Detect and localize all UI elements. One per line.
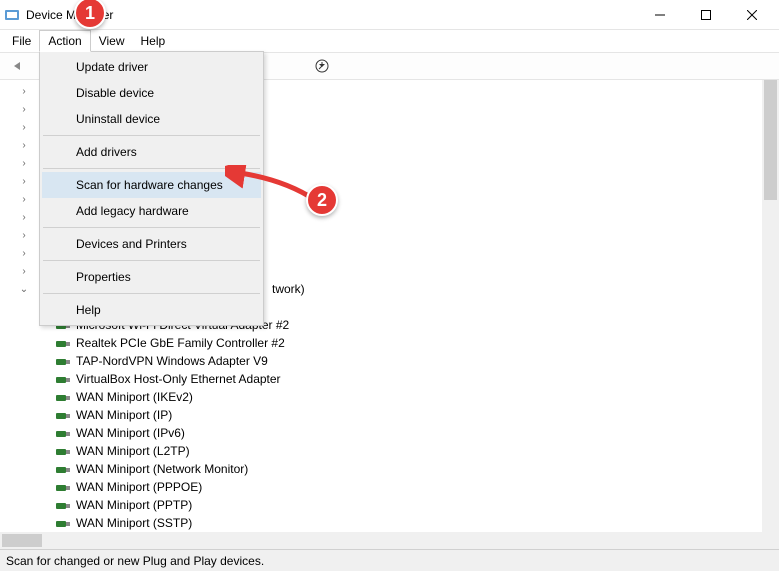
adapter-label: WAN Miniport (IP) xyxy=(74,408,174,422)
menu-item-disable-device[interactable]: Disable device xyxy=(42,80,261,106)
chevron-right-icon[interactable]: › xyxy=(18,194,30,205)
menu-separator xyxy=(43,135,260,136)
adapter-label: WAN Miniport (Network Monitor) xyxy=(74,462,250,476)
tree-adapter[interactable]: WAN Miniport (SSTP) xyxy=(8,514,779,532)
adapter-label: WAN Miniport (IKEv2) xyxy=(74,390,195,404)
menu-separator xyxy=(43,227,260,228)
scrollbar-thumb[interactable] xyxy=(764,80,777,200)
tree-adapter[interactable]: Realtek PCIe GbE Family Controller #2 xyxy=(8,334,779,352)
maximize-button[interactable] xyxy=(683,0,729,30)
network-adapter-icon xyxy=(56,463,72,475)
chevron-right-icon[interactable]: › xyxy=(18,86,30,97)
menu-file[interactable]: File xyxy=(4,30,39,52)
tree-adapter[interactable]: WAN Miniport (IP) xyxy=(8,406,779,424)
chevron-right-icon[interactable]: › xyxy=(18,140,30,151)
network-adapter-icon xyxy=(56,517,72,529)
network-adapter-icon xyxy=(56,481,72,493)
chevron-right-icon[interactable]: › xyxy=(18,158,30,169)
menu-item-devices-printers[interactable]: Devices and Printers xyxy=(42,231,261,257)
menu-item-update-driver[interactable]: Update driver xyxy=(42,54,261,80)
adapter-label: WAN Miniport (PPPOE) xyxy=(74,480,204,494)
tree-adapter[interactable]: WAN Miniport (IPv6) xyxy=(8,424,779,442)
category-label-partial: twork) xyxy=(270,282,307,296)
close-button[interactable] xyxy=(729,0,775,30)
tree-adapter[interactable]: VirtualBox Host-Only Ethernet Adapter xyxy=(8,370,779,388)
app-icon xyxy=(4,7,20,23)
chevron-right-icon[interactable]: › xyxy=(18,230,30,241)
tree-adapter[interactable]: TAP-NordVPN Windows Adapter V9 xyxy=(8,352,779,370)
menu-separator xyxy=(43,293,260,294)
chevron-right-icon[interactable]: › xyxy=(18,176,30,187)
toolbar-scan-icon[interactable] xyxy=(311,55,333,77)
adapter-label: TAP-NordVPN Windows Adapter V9 xyxy=(74,354,270,368)
menu-separator xyxy=(43,260,260,261)
menubar: File Action View Help xyxy=(0,30,779,52)
adapter-label: VirtualBox Host-Only Ethernet Adapter xyxy=(74,372,283,386)
network-adapter-icon xyxy=(56,337,72,349)
chevron-down-icon[interactable]: ⌄ xyxy=(18,284,30,295)
scrollbar-thumb[interactable] xyxy=(2,534,42,547)
network-adapter-icon xyxy=(56,427,72,439)
network-adapter-icon xyxy=(56,373,72,385)
tree-adapter[interactable]: WAN Miniport (L2TP) xyxy=(8,442,779,460)
network-adapter-icon xyxy=(56,445,72,457)
adapter-label: WAN Miniport (L2TP) xyxy=(74,444,192,458)
adapter-label: WAN Miniport (IPv6) xyxy=(74,426,187,440)
tree-adapter[interactable]: WAN Miniport (PPPOE) xyxy=(8,478,779,496)
window-controls xyxy=(637,0,775,30)
network-adapter-icon xyxy=(56,391,72,403)
titlebar: Device Manager xyxy=(0,0,779,30)
menu-help[interactable]: Help xyxy=(133,30,174,52)
network-adapter-icon xyxy=(56,355,72,367)
status-text: Scan for changed or new Plug and Play de… xyxy=(6,554,264,568)
vertical-scrollbar[interactable] xyxy=(762,80,779,549)
tree-adapter[interactable]: WAN Miniport (Network Monitor) xyxy=(8,460,779,478)
menu-item-uninstall-device[interactable]: Uninstall device xyxy=(42,106,261,132)
window-title: Device Manager xyxy=(26,8,637,22)
annotation-marker-2: 2 xyxy=(306,184,338,216)
chevron-right-icon[interactable]: › xyxy=(18,104,30,115)
horizontal-scrollbar[interactable] xyxy=(0,532,762,549)
menu-item-help[interactable]: Help xyxy=(42,297,261,323)
tree-adapter[interactable]: WAN Miniport (PPTP) xyxy=(8,496,779,514)
chevron-right-icon[interactable]: › xyxy=(18,212,30,223)
network-adapter-icon xyxy=(56,499,72,511)
adapter-label: WAN Miniport (PPTP) xyxy=(74,498,194,512)
menu-item-properties[interactable]: Properties xyxy=(42,264,261,290)
menu-view[interactable]: View xyxy=(91,30,133,52)
chevron-right-icon[interactable]: › xyxy=(18,122,30,133)
back-button[interactable] xyxy=(6,55,28,77)
network-adapter-icon xyxy=(56,409,72,421)
minimize-button[interactable] xyxy=(637,0,683,30)
adapter-label: Realtek PCIe GbE Family Controller #2 xyxy=(74,336,287,350)
chevron-right-icon[interactable]: › xyxy=(18,266,30,277)
chevron-right-icon[interactable]: › xyxy=(18,248,30,259)
menu-action[interactable]: Action xyxy=(39,30,90,52)
tree-adapter[interactable]: WAN Miniport (IKEv2) xyxy=(8,388,779,406)
menu-item-add-drivers[interactable]: Add drivers xyxy=(42,139,261,165)
statusbar: Scan for changed or new Plug and Play de… xyxy=(0,549,779,571)
adapter-label: WAN Miniport (SSTP) xyxy=(74,516,194,530)
